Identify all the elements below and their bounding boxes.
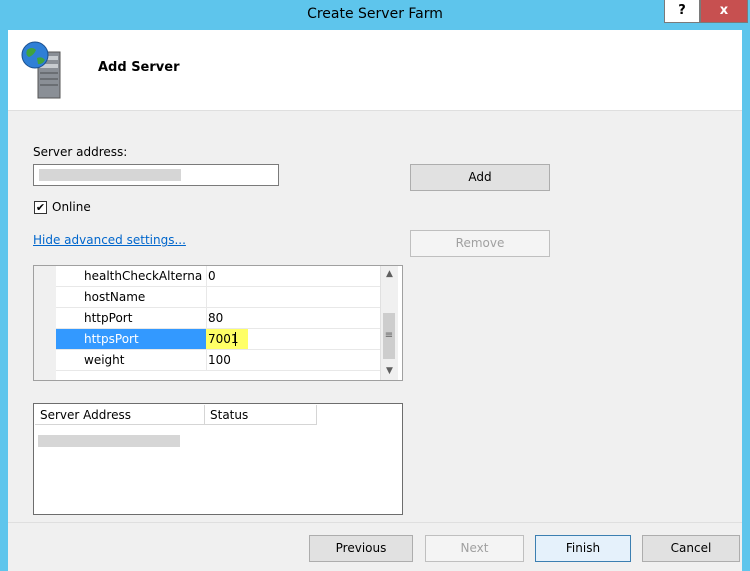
close-button[interactable]: x xyxy=(700,0,748,23)
grid-gutter xyxy=(34,266,56,380)
add-button[interactable]: Add xyxy=(410,164,550,191)
hide-advanced-settings-link[interactable]: Hide advanced settings... xyxy=(33,233,186,247)
server-address-input[interactable] xyxy=(33,164,279,186)
grid-scrollbar[interactable]: ▲ ≡ ▼ xyxy=(380,266,398,380)
property-value-editor[interactable]: 7001 xyxy=(208,332,239,346)
previous-button[interactable]: Previous xyxy=(309,535,413,562)
column-header-status[interactable]: Status xyxy=(205,405,317,425)
advanced-properties-grid[interactable]: healthCheckAlternat 0 hostName httpPort … xyxy=(33,265,403,381)
property-row[interactable]: healthCheckAlternat 0 xyxy=(56,266,380,287)
online-checkbox[interactable]: ✔ xyxy=(34,201,47,214)
next-button[interactable]: Next xyxy=(425,535,524,562)
cancel-button[interactable]: Cancel xyxy=(642,535,740,562)
dialog-body: Add Server Server address: ✔ Online Hide… xyxy=(8,30,742,571)
online-label: Online xyxy=(52,200,91,214)
property-row-selected[interactable]: httpsPort 7001 xyxy=(56,329,380,350)
property-value[interactable]: 0 xyxy=(208,269,216,283)
scroll-down-icon[interactable]: ▼ xyxy=(381,363,398,380)
server-address-label: Server address: xyxy=(33,145,128,159)
wizard-header: Add Server xyxy=(8,30,742,111)
property-name: httpPort xyxy=(84,311,133,325)
page-title: Add Server xyxy=(98,60,180,75)
redacted-address xyxy=(39,169,181,181)
property-row[interactable]: httpPort 80 xyxy=(56,308,380,329)
property-row[interactable]: hostName xyxy=(56,287,380,308)
server-globe-icon xyxy=(18,38,74,102)
text-caret xyxy=(235,332,236,346)
title-bar[interactable]: Create Server Farm ? x xyxy=(0,0,750,30)
property-value[interactable]: 80 xyxy=(208,311,223,325)
footer-divider xyxy=(8,522,742,523)
remove-button[interactable]: Remove xyxy=(410,230,550,257)
property-value[interactable]: 100 xyxy=(208,353,231,367)
scroll-thumb[interactable]: ≡ xyxy=(383,313,395,359)
help-button[interactable]: ? xyxy=(664,0,700,23)
column-header-server-address[interactable]: Server Address xyxy=(35,405,205,425)
property-name: healthCheckAlternat xyxy=(84,269,202,283)
property-row[interactable]: weight 100 xyxy=(56,350,380,371)
property-name: weight xyxy=(84,353,125,367)
property-name: httpsPort xyxy=(84,332,139,346)
finish-button[interactable]: Finish xyxy=(535,535,631,562)
property-name: hostName xyxy=(84,290,146,304)
scroll-up-icon[interactable]: ▲ xyxy=(381,266,398,283)
create-server-farm-dialog: Create Server Farm ? x Add Server Server… xyxy=(0,0,750,571)
window-title: Create Server Farm xyxy=(307,6,443,22)
server-list[interactable]: Server Address Status xyxy=(33,403,403,515)
redacted-server-row[interactable] xyxy=(38,435,180,447)
